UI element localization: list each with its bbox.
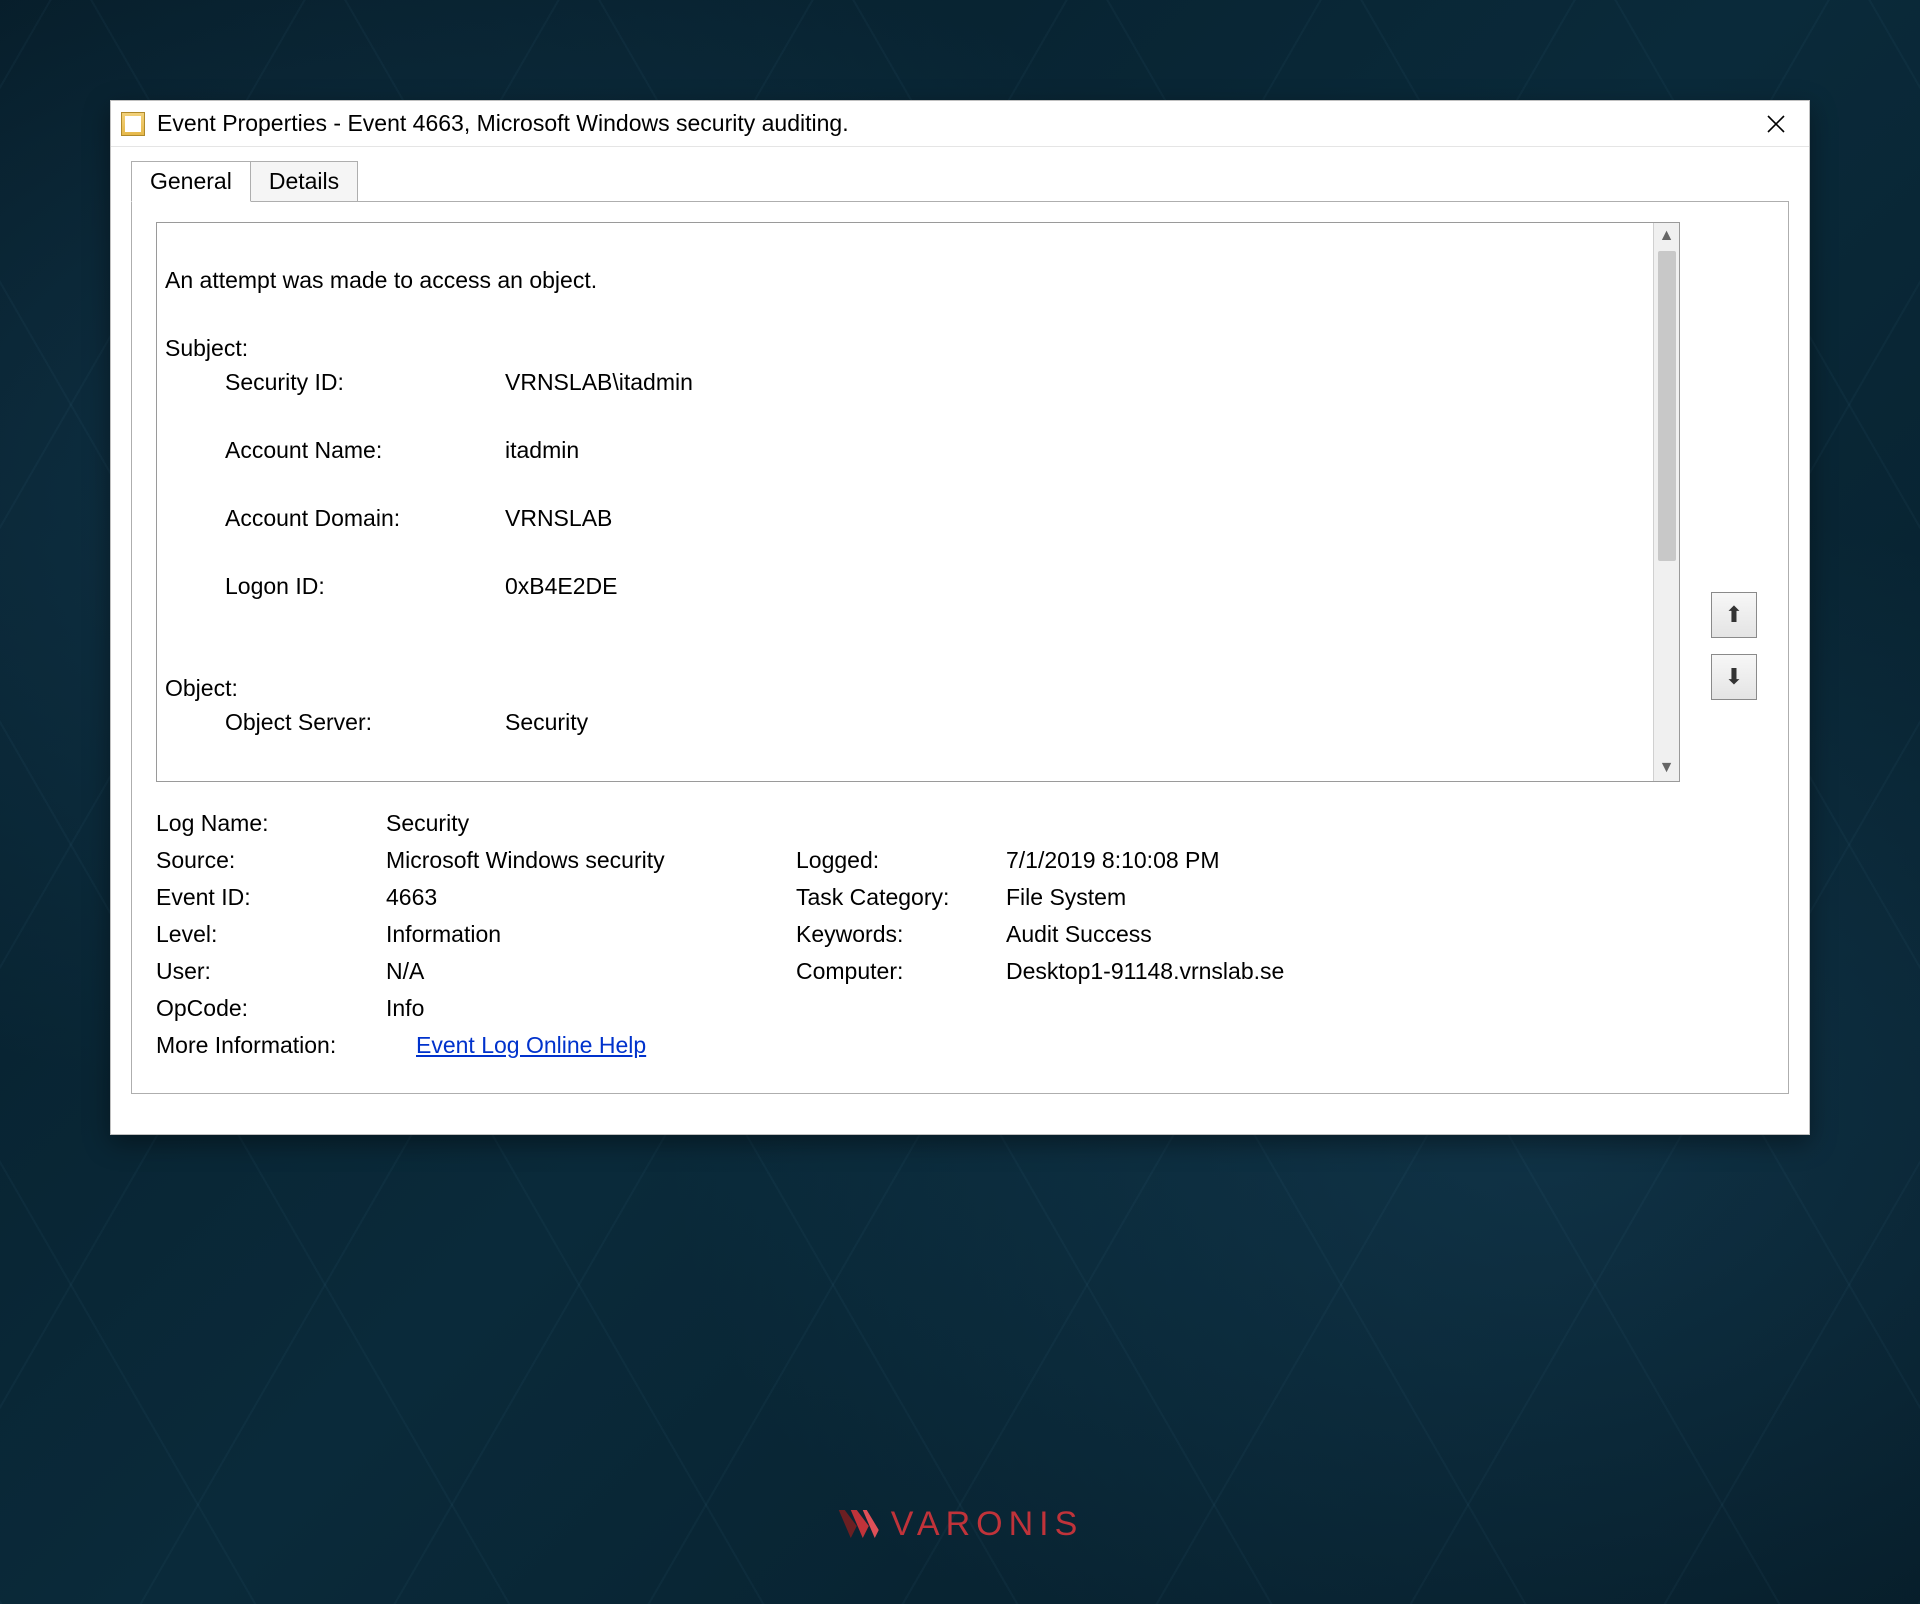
window-title: Event Properties - Event 4663, Microsoft… (157, 110, 1753, 137)
event-metadata: Log Name: Security Source: Microsoft Win… (156, 810, 1680, 1059)
close-icon (1767, 115, 1785, 133)
previous-event-button[interactable]: ⬆ (1711, 592, 1757, 638)
task-category-label: Task Category: (796, 884, 1006, 911)
subject-security-id-label: Security ID: (165, 365, 505, 399)
varonis-brand: VARONIS (837, 1505, 1084, 1544)
log-name-label: Log Name: (156, 810, 386, 837)
subject-logon-id-value: 0xB4E2DE (505, 569, 618, 603)
level-value: Information (386, 921, 796, 948)
computer-label: Computer: (796, 958, 1006, 985)
object-type-label: Object Type: (165, 774, 505, 783)
subject-account-name-value: itadmin (505, 433, 579, 467)
source-value: Microsoft Windows security (386, 847, 796, 874)
object-server-value: Security (505, 705, 588, 739)
object-server-label: Object Server: (165, 705, 505, 739)
task-category-value: File System (1006, 884, 1680, 911)
keywords-value: Audit Success (1006, 921, 1680, 948)
level-label: Level: (156, 921, 386, 948)
user-value: N/A (386, 958, 796, 985)
subject-account-name-label: Account Name: (165, 433, 505, 467)
titlebar: Event Properties - Event 4663, Microsoft… (111, 101, 1809, 147)
next-event-button[interactable]: ⬇ (1711, 654, 1757, 700)
user-label: User: (156, 958, 386, 985)
varonis-logo-icon (837, 1508, 879, 1542)
source-label: Source: (156, 847, 386, 874)
object-type-value: File (505, 774, 542, 783)
subject-account-domain-value: VRNSLAB (505, 501, 612, 535)
arrow-down-icon: ⬇ (1725, 664, 1743, 690)
tab-strip: General Details (131, 161, 1789, 202)
tab-details[interactable]: Details (250, 161, 358, 202)
event-log-online-help-link[interactable]: Event Log Online Help (416, 1032, 646, 1059)
desc-subject-label: Subject: (165, 335, 248, 361)
desc-object-label: Object: (165, 675, 238, 701)
subject-account-domain-label: Account Domain: (165, 501, 505, 535)
logged-label: Logged: (796, 847, 1006, 874)
event-description-box[interactable]: An attempt was made to access an object.… (156, 222, 1680, 782)
opcode-label: OpCode: (156, 995, 386, 1022)
event-viewer-icon (121, 112, 145, 136)
logged-value: 7/1/2019 8:10:08 PM (1006, 847, 1680, 874)
keywords-label: Keywords: (796, 921, 1006, 948)
desc-headline: An attempt was made to access an object. (165, 267, 597, 293)
tab-general[interactable]: General (131, 161, 251, 202)
close-button[interactable] (1753, 101, 1799, 147)
event-nav-side: ⬆ ⬇ (1704, 222, 1764, 1069)
tab-panel-general: An attempt was made to access an object.… (131, 201, 1789, 1094)
description-scrollbar[interactable]: ▲ ▼ (1653, 223, 1679, 781)
panel-main: An attempt was made to access an object.… (156, 222, 1680, 1069)
arrow-up-icon: ⬆ (1725, 602, 1743, 628)
subject-security-id-value: VRNSLAB\itadmin (505, 365, 693, 399)
scroll-thumb[interactable] (1658, 251, 1676, 561)
more-information-label: More Information: (156, 1032, 416, 1059)
client-area: General Details An attempt was made to a… (111, 147, 1809, 1134)
log-name-value: Security (386, 810, 796, 837)
computer-value: Desktop1-91148.vrnslab.se (1006, 958, 1680, 985)
opcode-value: Info (386, 995, 796, 1022)
event-properties-window: Event Properties - Event 4663, Microsoft… (110, 100, 1810, 1135)
event-id-label: Event ID: (156, 884, 386, 911)
event-id-value: 4663 (386, 884, 796, 911)
varonis-brand-text: VARONIS (891, 1505, 1084, 1544)
subject-logon-id-label: Logon ID: (165, 569, 505, 603)
scroll-down-arrow-icon[interactable]: ▼ (1654, 755, 1679, 781)
event-description-text: An attempt was made to access an object.… (157, 223, 1679, 782)
scroll-up-arrow-icon[interactable]: ▲ (1654, 223, 1679, 249)
